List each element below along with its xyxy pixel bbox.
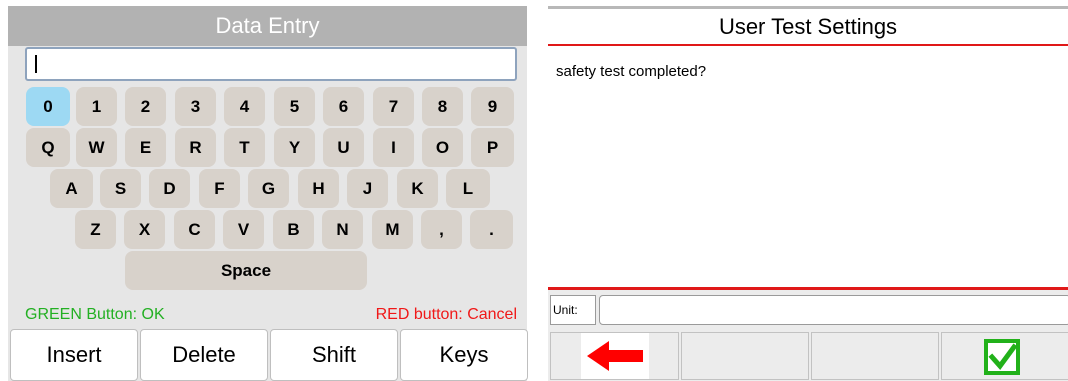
key-0[interactable]: 0 xyxy=(26,87,70,126)
data-entry-title: Data Entry xyxy=(8,6,527,46)
key-i[interactable]: I xyxy=(373,128,414,167)
key-7[interactable]: 7 xyxy=(373,87,414,126)
key-period[interactable]: . xyxy=(470,210,513,249)
keys-button[interactable]: Keys xyxy=(400,329,528,381)
unit-input[interactable] xyxy=(599,295,1068,325)
key-u[interactable]: U xyxy=(323,128,364,167)
key-m[interactable]: M xyxy=(372,210,413,249)
bottom-button-bar xyxy=(548,330,1068,381)
key-q[interactable]: Q xyxy=(26,128,70,167)
key-f[interactable]: F xyxy=(199,169,240,208)
key-r[interactable]: R xyxy=(175,128,216,167)
user-test-settings-title: User Test Settings xyxy=(548,6,1068,46)
question-text: safety test completed? xyxy=(556,63,707,80)
key-3[interactable]: 3 xyxy=(175,87,216,126)
key-s[interactable]: S xyxy=(100,169,141,208)
key-n[interactable]: N xyxy=(322,210,363,249)
data-entry-panel: Data Entry 0 1 2 3 4 5 6 7 8 9 Q W E R T… xyxy=(8,6,528,381)
blank-button-3[interactable] xyxy=(811,332,939,380)
key-d[interactable]: D xyxy=(149,169,190,208)
key-space[interactable]: Space xyxy=(125,251,367,290)
unit-label: Unit: xyxy=(550,295,596,325)
blank-button-2[interactable] xyxy=(681,332,809,380)
key-w[interactable]: W xyxy=(76,128,117,167)
key-4[interactable]: 4 xyxy=(224,87,265,126)
insert-button[interactable]: Insert xyxy=(10,329,138,381)
ok-hint: GREEN Button: OK xyxy=(25,306,165,323)
key-p[interactable]: P xyxy=(471,128,514,167)
key-6[interactable]: 6 xyxy=(323,87,364,126)
key-1[interactable]: 1 xyxy=(76,87,117,126)
key-b[interactable]: B xyxy=(273,210,314,249)
key-k[interactable]: K xyxy=(397,169,438,208)
key-9[interactable]: 9 xyxy=(471,87,514,126)
key-g[interactable]: G xyxy=(248,169,289,208)
key-8[interactable]: 8 xyxy=(422,87,463,126)
key-l[interactable]: L xyxy=(446,169,490,208)
key-o[interactable]: O xyxy=(422,128,463,167)
key-v[interactable]: V xyxy=(223,210,264,249)
key-5[interactable]: 5 xyxy=(274,87,315,126)
key-t[interactable]: T xyxy=(224,128,265,167)
key-y[interactable]: Y xyxy=(274,128,315,167)
key-j[interactable]: J xyxy=(347,169,388,208)
key-a[interactable]: A xyxy=(50,169,93,208)
back-arrow-icon xyxy=(581,333,649,379)
unit-row: Unit: xyxy=(548,290,1068,330)
key-z[interactable]: Z xyxy=(75,210,116,249)
data-entry-field[interactable] xyxy=(25,47,517,81)
check-box-icon xyxy=(982,335,1024,377)
cancel-hint: RED button: Cancel xyxy=(375,306,517,323)
key-2[interactable]: 2 xyxy=(125,87,166,126)
shift-button[interactable]: Shift xyxy=(270,329,398,381)
key-e[interactable]: E xyxy=(125,128,166,167)
user-test-settings-panel: User Test Settings safety test completed… xyxy=(548,6,1068,381)
delete-button[interactable]: Delete xyxy=(140,329,268,381)
key-h[interactable]: H xyxy=(298,169,339,208)
back-button[interactable] xyxy=(550,332,679,380)
key-comma[interactable]: , xyxy=(421,210,462,249)
key-x[interactable]: X xyxy=(124,210,165,249)
text-cursor xyxy=(35,55,37,73)
key-c[interactable]: C xyxy=(174,210,215,249)
confirm-button[interactable] xyxy=(941,332,1068,380)
